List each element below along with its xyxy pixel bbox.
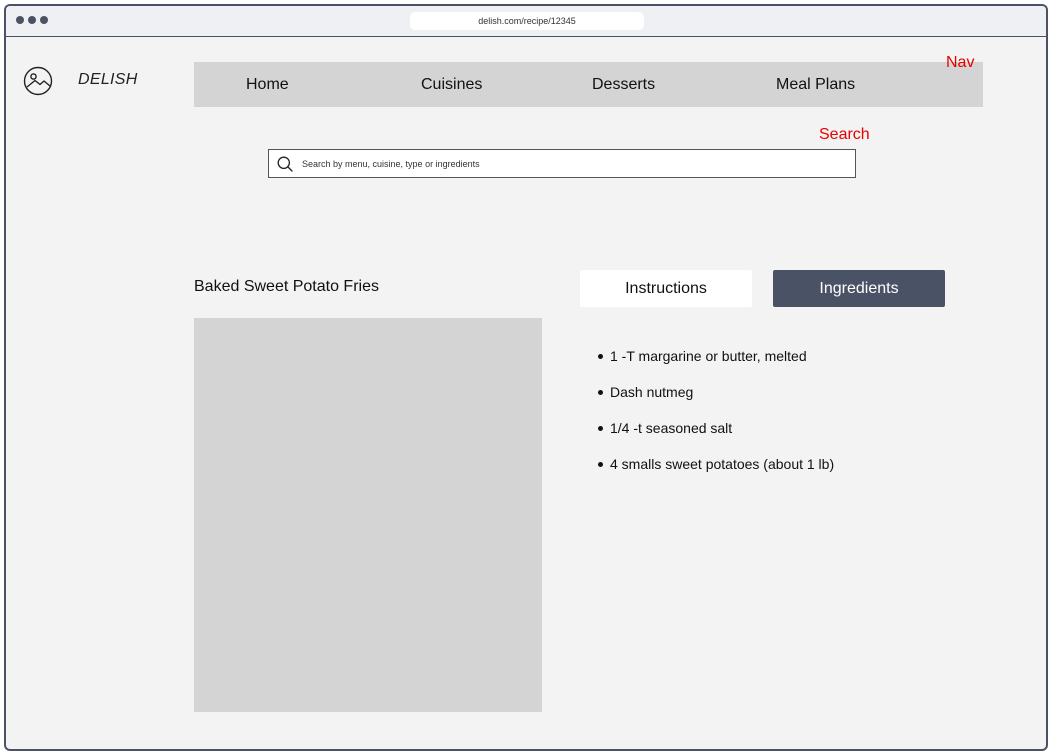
window-dot-icon[interactable] xyxy=(16,16,24,24)
search-input[interactable] xyxy=(302,150,842,177)
address-bar[interactable]: delish.com/recipe/12345 xyxy=(410,12,644,30)
browser-titlebar: delish.com/recipe/12345 xyxy=(6,6,1046,37)
nav-item-home[interactable]: Home xyxy=(246,62,289,107)
nav-annotation: Nav xyxy=(946,54,975,71)
ingredient-text: 1/4 -t seasoned salt xyxy=(610,420,733,436)
window-dot-icon[interactable] xyxy=(40,16,48,24)
ingredient-text: Dash nutmeg xyxy=(610,384,694,400)
ingredient-text: 4 smalls sweet potatoes (about 1 lb) xyxy=(610,456,835,472)
main-nav: Home Cuisines Desserts Meal Plans xyxy=(194,62,983,107)
list-item: 4 smalls sweet potatoes (about 1 lb) xyxy=(596,449,834,485)
brand-name[interactable]: DELISH xyxy=(78,71,138,89)
list-item: Dash nutmeg xyxy=(596,377,834,413)
bullet-icon xyxy=(598,390,603,395)
bullet-icon xyxy=(598,426,603,431)
list-item: 1 -T margarine or butter, melted xyxy=(596,341,834,377)
nav-item-desserts[interactable]: Desserts xyxy=(592,62,655,107)
window-dot-icon[interactable] xyxy=(28,16,36,24)
nav-item-cuisines[interactable]: Cuisines xyxy=(421,62,482,107)
image-placeholder-icon[interactable] xyxy=(23,66,53,96)
nav-item-meal-plans[interactable]: Meal Plans xyxy=(776,62,855,107)
search-icon xyxy=(277,156,293,172)
tab-ingredients[interactable]: Ingredients xyxy=(773,270,945,307)
search-bar[interactable] xyxy=(268,149,856,178)
browser-window: delish.com/recipe/12345 DELISH Home Cuis… xyxy=(4,4,1048,751)
recipe-title: Baked Sweet Potato Fries xyxy=(194,278,379,295)
list-item: 1/4 -t seasoned salt xyxy=(596,413,834,449)
recipe-image-placeholder xyxy=(194,318,542,712)
tab-instructions[interactable]: Instructions xyxy=(580,270,752,307)
ingredients-list: 1 -T margarine or butter, melted Dash nu… xyxy=(596,341,834,485)
ingredient-text: 1 -T margarine or butter, melted xyxy=(610,348,807,364)
bullet-icon xyxy=(598,354,603,359)
search-annotation: Search xyxy=(819,126,870,143)
bullet-icon xyxy=(598,462,603,467)
